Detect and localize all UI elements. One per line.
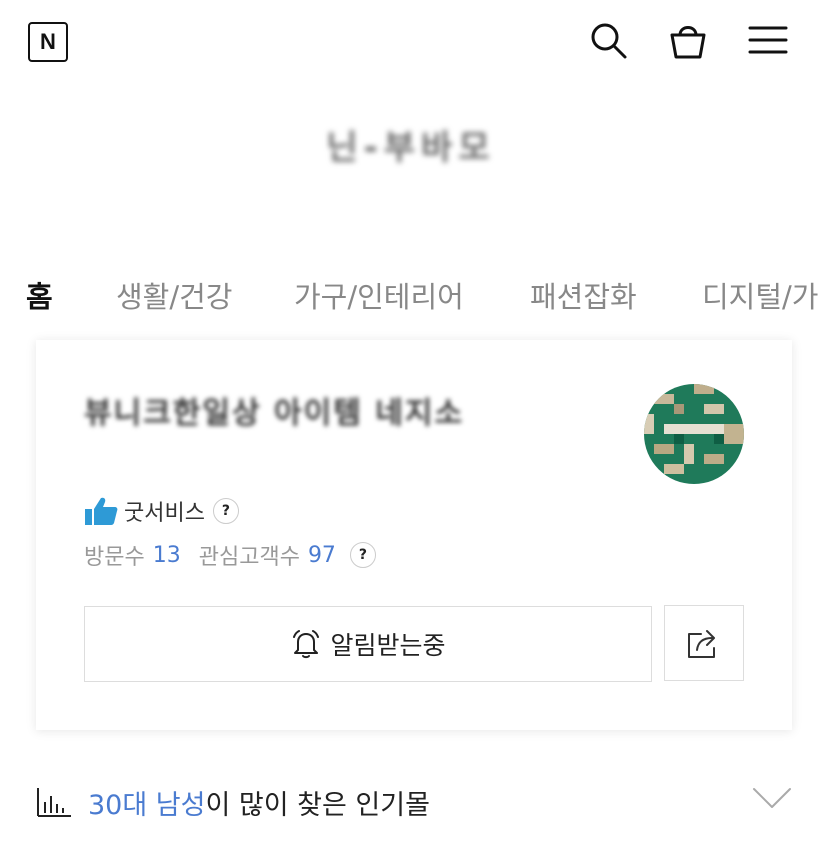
tab-furniture-interior[interactable]: 가구/인테리어 (294, 274, 464, 316)
good-service-badge: 굿서비스 ? (84, 494, 239, 528)
popular-highlight: 30대 남성 (88, 789, 206, 821)
shop-stats: 방문수 13 관심고객수 97 ? (84, 538, 376, 572)
badge-help-icon[interactable]: ? (212, 498, 239, 524)
visits-label: 방문수 (84, 545, 145, 570)
top-bar: N (0, 0, 822, 90)
thumbs-up-icon (84, 496, 118, 526)
logo-letter: N (40, 29, 56, 54)
tab-living-health[interactable]: 생활/건강 (116, 274, 233, 316)
notification-label: 알림받는중 (330, 631, 446, 660)
tab-fashion-accessories[interactable]: 패션잡화 (530, 274, 637, 316)
search-icon[interactable] (586, 18, 630, 62)
visits-value: 13 (152, 542, 181, 568)
badge-label: 굿서비스 (124, 501, 205, 526)
share-icon (686, 626, 722, 660)
bar-chart-icon (36, 786, 72, 818)
popular-suffix: 이 많이 찾은 인기몰 (205, 789, 430, 821)
chevron-down-icon[interactable] (752, 785, 792, 815)
shopping-bag-icon[interactable] (666, 18, 710, 62)
share-button[interactable] (664, 605, 744, 681)
followers-label: 관심고객수 (198, 545, 300, 570)
followers-value: 97 (307, 542, 336, 568)
shop-name: 뷰니크한일상 아이템 네지소 (84, 396, 465, 431)
naver-logo[interactable]: N (28, 22, 68, 62)
store-title: 닌-부바모 (326, 128, 496, 168)
popular-mall-row[interactable]: 30대 남성 이 많이 찾은 인기몰 (36, 778, 792, 826)
notification-button[interactable]: 알림받는중 (84, 606, 652, 682)
menu-icon[interactable] (746, 18, 790, 62)
shop-avatar[interactable] (644, 384, 744, 484)
stats-help-icon[interactable]: ? (349, 542, 376, 568)
tab-home[interactable]: 홈 (26, 274, 53, 316)
shop-info-card: 뷰니크한일상 아이템 네지소 굿서비스 ? 방문수 13 관심고객수 97 ? … (36, 340, 792, 730)
bell-icon (290, 628, 322, 660)
category-tabs: 홈 생활/건강 가구/인테리어 패션잡화 디지털/가 (0, 268, 822, 318)
tab-digital[interactable]: 디지털/가 (702, 274, 819, 316)
